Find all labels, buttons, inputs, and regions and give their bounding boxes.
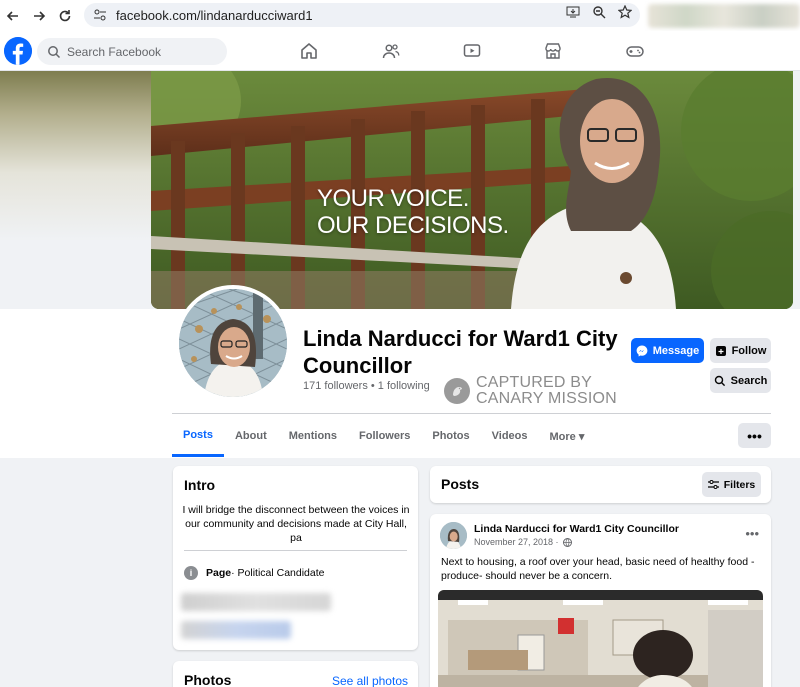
photos-card: Photos See all photos xyxy=(173,661,418,687)
category-text: · Political Candidate xyxy=(231,567,325,579)
blurred-extensions-area xyxy=(648,4,800,28)
post-card: Linda Narducci for Ward1 City Councillor… xyxy=(430,514,771,687)
magnifier-icon xyxy=(714,375,725,386)
intro-card: Intro I will bridge the disconnect betwe… xyxy=(173,466,418,650)
tab-mentions[interactable]: Mentions xyxy=(278,415,348,457)
marketplace-icon[interactable] xyxy=(543,41,563,61)
search-input[interactable] xyxy=(67,44,217,59)
watermark-line2: CANARY MISSION xyxy=(476,390,617,407)
forward-icon[interactable] xyxy=(26,3,52,29)
info-icon: i xyxy=(184,566,198,580)
post-image[interactable] xyxy=(438,590,763,687)
cover-photo[interactable]: YOUR VOICE. OUR DECISIONS. xyxy=(151,71,793,309)
browser-toolbar: facebook.com/lindanarducciward1 xyxy=(0,0,800,31)
tab-followers[interactable]: Followers xyxy=(348,415,421,457)
canary-bird-icon xyxy=(444,378,470,404)
profile-more-options-button[interactable]: ••• xyxy=(738,423,771,448)
tab-photos[interactable]: Photos xyxy=(421,415,480,457)
intro-divider xyxy=(184,550,407,551)
posts-title: Posts xyxy=(441,476,480,492)
watermark-line1: CAPTURED BY xyxy=(476,374,592,391)
tab-videos[interactable]: Videos xyxy=(481,415,539,457)
photos-title: Photos xyxy=(184,672,232,687)
filters-label: Filters xyxy=(723,478,756,491)
home-icon[interactable] xyxy=(299,41,319,61)
follow-label: Follow xyxy=(731,344,767,357)
page-title: Linda Narducci for Ward1 City Councillor xyxy=(303,326,618,378)
see-all-photos-link[interactable]: See all photos xyxy=(332,674,408,687)
search-label: Search xyxy=(730,374,768,387)
post-menu-button[interactable]: ••• xyxy=(745,526,759,541)
cover-slogan-line1: YOUR VOICE. xyxy=(317,185,469,212)
capture-watermark: CAPTURED BY CANARY MISSION xyxy=(444,375,617,407)
post-date[interactable]: November 27, 2018 · xyxy=(474,537,572,547)
url-text: facebook.com/lindanarducciward1 xyxy=(116,7,313,23)
message-button[interactable]: Message xyxy=(631,338,704,363)
tab-more[interactable]: More ▾ xyxy=(539,415,596,457)
profile-tabs: Posts About Mentions Followers Photos Vi… xyxy=(172,415,595,457)
profile-avatar[interactable] xyxy=(175,285,291,401)
follow-icon xyxy=(715,345,726,356)
avatar-photo xyxy=(179,289,287,397)
category-bold: Page xyxy=(206,567,232,579)
messenger-icon xyxy=(636,345,648,356)
gaming-icon[interactable] xyxy=(625,41,645,61)
search-icon xyxy=(48,45,61,58)
post-date-text: November 27, 2018 · xyxy=(474,537,559,547)
cover-slogan: YOUR VOICE. OUR DECISIONS. xyxy=(317,185,509,239)
page-background-gradient xyxy=(0,71,151,241)
tab-about[interactable]: About xyxy=(224,415,278,457)
follower-stats[interactable]: 171 followers • 1 following xyxy=(303,380,430,392)
filters-icon xyxy=(707,480,719,489)
page-search-button[interactable]: Search xyxy=(710,368,771,393)
facebook-search[interactable] xyxy=(37,38,227,65)
message-label: Message xyxy=(652,344,700,357)
filters-button[interactable]: Filters xyxy=(702,472,761,497)
site-settings-icon[interactable] xyxy=(92,7,108,23)
facebook-logo-icon[interactable] xyxy=(4,37,32,65)
tab-posts[interactable]: Posts xyxy=(172,415,224,457)
facebook-top-nav xyxy=(0,31,800,71)
intro-bio: I will bridge the disconnect between the… xyxy=(182,504,410,544)
install-app-icon[interactable] xyxy=(564,3,582,21)
post-author-avatar[interactable] xyxy=(440,522,467,549)
blurred-website-row xyxy=(181,621,291,639)
video-icon[interactable] xyxy=(462,41,482,61)
zoom-icon[interactable] xyxy=(590,3,608,21)
intro-category: i Page · Political Candidate xyxy=(184,566,325,580)
intro-title: Intro xyxy=(184,477,216,493)
blurred-contact-row xyxy=(181,593,331,611)
reload-icon[interactable] xyxy=(52,3,78,29)
friends-icon[interactable] xyxy=(381,41,401,61)
address-bar[interactable]: facebook.com/lindanarducciward1 xyxy=(84,3,640,27)
profile-divider xyxy=(172,413,771,414)
back-icon[interactable] xyxy=(0,3,26,29)
post-text: Next to housing, a roof over your head, … xyxy=(441,556,755,582)
globe-icon xyxy=(562,537,572,547)
post-author-name[interactable]: Linda Narducci for Ward1 City Councillor xyxy=(474,523,679,535)
bookmark-star-icon[interactable] xyxy=(616,3,634,21)
post-photo xyxy=(438,590,763,687)
posts-header-card: Posts Filters xyxy=(430,466,771,503)
cover-slogan-line2: OUR DECISIONS. xyxy=(317,212,509,239)
follow-button[interactable]: Follow xyxy=(710,338,771,363)
